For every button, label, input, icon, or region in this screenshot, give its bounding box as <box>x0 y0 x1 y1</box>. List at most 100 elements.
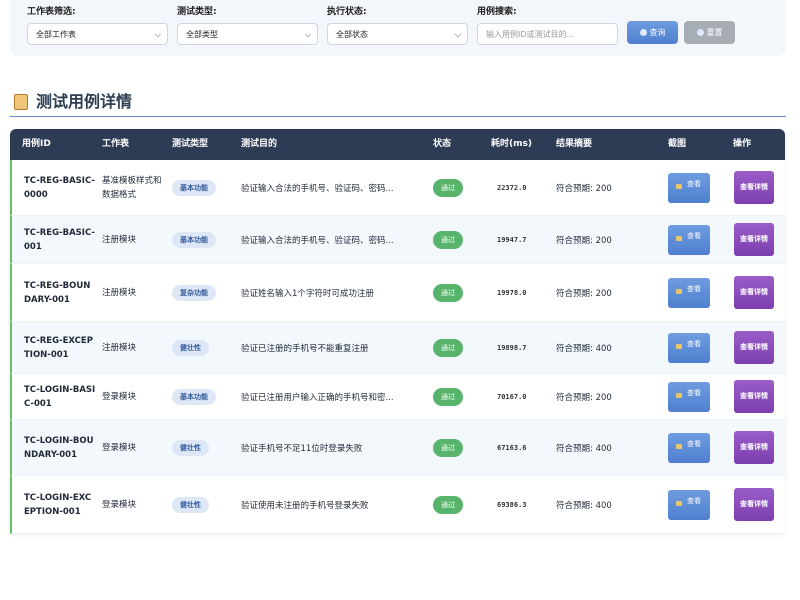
actions-cell: 查看详情 <box>734 476 774 533</box>
result-cell: 符合预期: 400 <box>556 322 612 373</box>
worksheet-filter-label: 工作表筛选: <box>27 7 76 17</box>
view-screenshot-button[interactable]: 查看 <box>668 332 710 363</box>
view-screenshot-button[interactable]: 查看 <box>668 432 710 463</box>
type-badge: 健壮性 <box>172 339 209 356</box>
exec-status-select-value: 全部状态 <box>336 30 368 39</box>
view-label: 查看 <box>687 496 701 505</box>
view-screenshot-button[interactable]: 查看 <box>668 277 710 308</box>
worksheet-text: 基准模板样式和数据格式 <box>102 175 162 200</box>
status-badge: 通过 <box>433 230 463 249</box>
header-screenshot: 截图 <box>668 139 687 149</box>
type-cell: 基本功能 <box>172 374 234 419</box>
worksheet-text: 注册模块 <box>102 342 137 353</box>
actions-cell: 查看详情 <box>734 420 774 475</box>
worksheet-cell: 登录模块 <box>102 476 162 533</box>
exec-status-filter-label: 执行状态: <box>327 7 367 17</box>
reset-icon <box>696 29 704 36</box>
status-badge: 通过 <box>433 338 463 357</box>
image-icon <box>676 443 682 449</box>
worksheet-filter: 工作表筛选: 全部工作表 ⌵ <box>27 5 168 45</box>
status-cell: 通过 <box>433 322 463 373</box>
view-detail-button[interactable]: 查看详情 <box>734 380 774 413</box>
duration-text: 19898.7 <box>497 343 527 352</box>
reset-button[interactable]: 重置 <box>684 21 735 44</box>
goal-text: 验证使用未注册的手机号登录失败 <box>241 500 369 511</box>
image-icon <box>676 288 682 294</box>
case-id-text: TC-REG-EXCEPTION-001 <box>24 335 93 360</box>
result-cell: 符合预期: 200 <box>556 216 612 263</box>
goal-cell: 验证已注册的手机号不能重复注册 <box>241 322 421 373</box>
view-detail-button[interactable]: 查看详情 <box>734 171 774 204</box>
case-id-text: TC-LOGIN-BOUNDARY-001 <box>24 435 94 460</box>
goal-cell: 验证已注册用户输入正确的手机号和密... <box>241 374 421 419</box>
worksheet-text: 登录模块 <box>102 391 137 402</box>
exec-status-select[interactable]: 全部状态 ⌵ <box>327 23 468 45</box>
table-row: TC-LOGIN-EXCEPTION-001 登录模块 健壮性 验证使用未注册的手机号… <box>10 476 785 534</box>
worksheet-cell: 登录模块 <box>102 374 162 419</box>
worksheet-text: 注册模块 <box>102 287 137 298</box>
worksheet-cell: 注册模块 <box>102 216 162 263</box>
image-icon <box>676 392 682 398</box>
search-input[interactable]: 输入用例ID或测试目的... <box>477 23 618 45</box>
search-button[interactable]: 查询 <box>627 21 678 44</box>
chevron-down-icon: ⌵ <box>454 30 461 39</box>
view-detail-button[interactable]: 查看详情 <box>734 431 774 464</box>
filter-bar: 工作表筛选: 全部工作表 ⌵ 测试类型: 全部类型 ⌵ 执行状态: 全部状态 ⌵ 用例… <box>10 0 786 56</box>
status-cell: 通过 <box>433 476 463 533</box>
detail-label: 查看详情 <box>740 343 768 351</box>
duration-cell: 19898.7 <box>497 322 527 373</box>
worksheet-cell: 注册模块 <box>102 264 162 321</box>
status-badge: 通过 <box>433 283 463 302</box>
view-label: 查看 <box>687 388 701 397</box>
goal-text: 验证已注册的手机号不能重复注册 <box>241 343 369 354</box>
worksheet-select[interactable]: 全部工作表 ⌵ <box>27 23 168 45</box>
view-screenshot-button[interactable]: 查看 <box>668 224 710 255</box>
view-label: 查看 <box>687 231 701 240</box>
goal-text: 验证输入合法的手机号、验证码、密码... <box>241 235 394 246</box>
view-screenshot-button[interactable]: 查看 <box>668 489 710 520</box>
detail-label: 查看详情 <box>740 392 768 400</box>
goal-cell: 验证手机号不足11位时登录失败 <box>241 420 421 475</box>
view-label: 查看 <box>687 284 701 293</box>
result-text: 符合预期: 200 <box>556 183 612 194</box>
test-case-table: 用例ID 工作表 测试类型 测试目的 状态 耗时(ms) 结果摘要 截图 操作 … <box>10 129 785 534</box>
type-badge: 基本功能 <box>172 388 216 405</box>
status-cell: 通过 <box>433 216 463 263</box>
goal-text: 验证手机号不足11位时登录失败 <box>241 443 363 454</box>
case-search: 用例搜索: 输入用例ID或测试目的... <box>477 5 618 45</box>
actions-cell: 查看详情 <box>734 374 774 419</box>
header-actions: 操作 <box>733 139 752 149</box>
view-detail-button[interactable]: 查看详情 <box>734 223 774 256</box>
case-id-text: TC-REG-BASIC-001 <box>24 227 95 252</box>
view-detail-button[interactable]: 查看详情 <box>734 276 774 309</box>
view-detail-button[interactable]: 查看详情 <box>734 331 774 364</box>
screenshot-cell: 查看 <box>668 476 710 533</box>
worksheet-cell: 基准模板样式和数据格式 <box>102 160 162 215</box>
header-test-type: 测试类型 <box>172 139 209 149</box>
screenshot-cell: 查看 <box>668 160 710 215</box>
status-badge: 通过 <box>433 438 463 457</box>
duration-text: 70167.0 <box>497 392 527 401</box>
view-label: 查看 <box>687 439 701 448</box>
result-text: 符合预期: 400 <box>556 500 612 511</box>
header-case-id: 用例ID <box>22 139 51 149</box>
type-cell: 健壮性 <box>172 322 234 373</box>
worksheet-text: 登录模块 <box>102 442 137 453</box>
goal-cell: 验证输入合法的手机号、验证码、密码... <box>241 160 421 215</box>
result-text: 符合预期: 400 <box>556 443 612 454</box>
case-id-text: TC-REG-BOUNDARY-001 <box>24 280 91 305</box>
type-cell: 健壮性 <box>172 476 234 533</box>
view-screenshot-button[interactable]: 查看 <box>668 381 710 412</box>
status-badge: 通过 <box>433 495 463 514</box>
test-type-filter-label: 测试类型: <box>177 7 217 17</box>
test-type-select[interactable]: 全部类型 ⌵ <box>177 23 318 45</box>
table-row: TC-REG-BASIC-001 注册模块 基本功能 验证输入合法的手机号、验证码、密… <box>10 216 785 264</box>
case-id: TC-REG-BASIC-0000 <box>24 160 96 215</box>
goal-cell: 验证输入合法的手机号、验证码、密码... <box>241 216 421 263</box>
case-id: TC-REG-BASIC-001 <box>24 216 96 263</box>
view-detail-button[interactable]: 查看详情 <box>734 488 774 521</box>
header-worksheet: 工作表 <box>102 139 130 149</box>
header-result: 结果摘要 <box>556 139 593 149</box>
view-screenshot-button[interactable]: 查看 <box>668 172 710 203</box>
search-button-label: 查询 <box>649 28 666 37</box>
